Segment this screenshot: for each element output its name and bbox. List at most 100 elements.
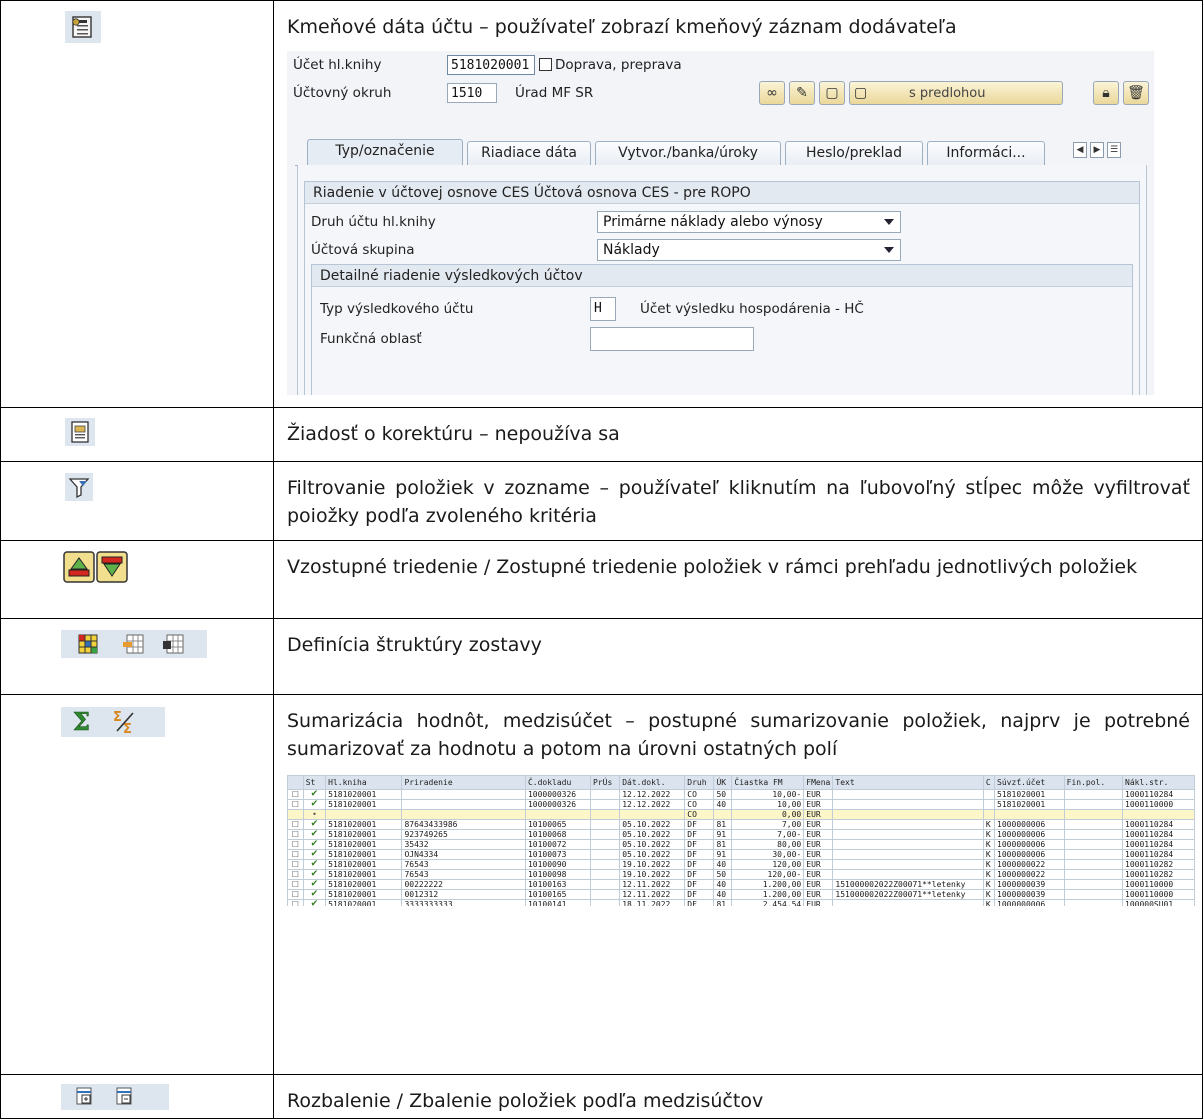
table-row[interactable]: ☐ ✔ 5181020001 0012312 10100165 12.11.2022 DF 4…: [287, 889, 1195, 900]
cell-gl: 5181020001: [325, 819, 403, 830]
tab-type-designation[interactable]: Typ/označenie: [307, 139, 463, 166]
correction-request-icon[interactable]: [65, 418, 95, 446]
cell-date: 05.10.2022: [619, 819, 686, 830]
table-row[interactable]: ☐ ✔ 5181020001 OJN4334 10100073 05.10.2022 DF 9…: [287, 849, 1195, 860]
expand-icon[interactable]: [75, 1086, 95, 1108]
tab-control-data[interactable]: Riadiace dáta: [467, 141, 591, 165]
delete-trash-icon[interactable]: 🗑︎: [1123, 81, 1149, 105]
cell-prus: [590, 869, 621, 880]
table-row[interactable]: ☐ ✔ 5181020001 923749265 10100068 05.10.2022 D…: [287, 829, 1195, 840]
master-record-icon[interactable]: [65, 11, 101, 43]
tab-create-bank-interest[interactable]: Vytvor./banka/úroky: [595, 141, 781, 165]
cell-fin: [1063, 839, 1124, 850]
change-layout-icon[interactable]: [79, 635, 97, 653]
cell-prus: [590, 859, 621, 870]
tab-keyword-translation[interactable]: Heslo/preklad: [785, 141, 923, 165]
sum-icon[interactable]: [69, 709, 95, 735]
create-with-template-button[interactable]: ▢ s predlohou: [849, 81, 1063, 105]
cell-c: [982, 809, 996, 820]
column-header[interactable]: Fin.pol.: [1063, 775, 1124, 790]
sort-descending-icon[interactable]: [97, 551, 129, 583]
table-row[interactable]: ☐ ✔ 5181020001 3333333333 10100141 18.11.2022…: [287, 899, 1195, 906]
column-header[interactable]: Súvzť.účet: [994, 775, 1065, 790]
table-row-correction-request: Žiadosť o korektúru – nepoužíva sa: [0, 407, 1203, 462]
table-row[interactable]: ☐ ✔ 5181020001 35432 10100072 05.10.2022 DF 81 8…: [287, 839, 1195, 850]
func-area-field[interactable]: [590, 327, 754, 351]
table-row[interactable]: ☐ ✔ 5181020001 76543 10100098 19.10.2022 DF 50 1…: [287, 869, 1195, 880]
column-header[interactable]: St: [302, 775, 327, 790]
row-select-checkbox[interactable]: ☐: [287, 839, 304, 850]
subtotal-row[interactable]: • CO 0,00 EUR: [287, 809, 1195, 820]
tab-scroll-right-icon[interactable]: ▶: [1090, 142, 1104, 158]
cell-amount: 1.200,00: [731, 889, 805, 900]
table-row[interactable]: ☐ ✔ 5181020001 1000000326 12.12.2022 CO 40 10,0…: [287, 799, 1195, 810]
row-select-checkbox[interactable]: ☐: [287, 799, 304, 810]
chevron-down-icon: [884, 219, 894, 225]
sort-ascending-icon[interactable]: [63, 551, 95, 583]
cell-type: CO: [684, 809, 715, 820]
table-row[interactable]: ☐ ✔ 5181020001 76543 10100090 19.10.2022 DF 40 1…: [287, 859, 1195, 870]
row-select-checkbox[interactable]: ☐: [287, 879, 304, 890]
edit-pencil-icon[interactable]: ✎: [789, 81, 815, 105]
cell-gl: 5181020001: [325, 869, 403, 880]
row-description: Žiadosť o korektúru – nepoužíva sa: [287, 423, 620, 445]
company-code-field[interactable]: 1510: [447, 83, 497, 103]
account-type-dropdown[interactable]: Primárne náklady alebo výnosy: [597, 211, 901, 233]
column-header[interactable]: Nákl.str.: [1122, 775, 1195, 790]
column-header[interactable]: PrÚs: [590, 775, 621, 790]
row-select-checkbox[interactable]: ☐: [287, 889, 304, 900]
select-layout-icon[interactable]: [123, 635, 145, 653]
row-select-checkbox[interactable]: ☐: [287, 789, 304, 800]
column-header[interactable]: ÚK: [713, 775, 733, 790]
table-row-master-record: Kmeňové dáta účtu – používateľ zobrazí k…: [0, 0, 1203, 408]
table-row[interactable]: ☐ ✔ 5181020001 00222222 10100163 12.11.2022 DF…: [287, 879, 1195, 890]
subtotal-icon[interactable]: [111, 709, 137, 735]
table-row[interactable]: ☐ ✔ 5181020001 87643433986 10100065 05.10.202…: [287, 819, 1195, 830]
column-header[interactable]: FMena: [803, 775, 834, 790]
display-glasses-icon[interactable]: ∞: [759, 81, 785, 105]
column-header[interactable]: Dát.dokl.: [619, 775, 686, 790]
cell-uk: 40: [713, 859, 733, 870]
create-icon[interactable]: ▢: [819, 81, 845, 105]
tab-information[interactable]: Informáci...: [927, 141, 1045, 165]
lock-icon[interactable]: 🔒︎: [1093, 81, 1119, 105]
cell-date: 12.12.2022: [619, 799, 686, 810]
column-header[interactable]: Text: [832, 775, 984, 790]
column-header[interactable]: Hl.kniha: [325, 775, 403, 790]
row-select-checkbox[interactable]: ☐: [287, 869, 304, 880]
tab-scroll-left-icon[interactable]: ◀: [1073, 142, 1087, 158]
cell-c: K: [982, 869, 996, 880]
row-select-checkbox[interactable]: ☐: [287, 899, 304, 906]
column-header[interactable]: C: [982, 775, 996, 790]
pl-type-field[interactable]: H: [590, 297, 616, 321]
cell-type: DF: [684, 819, 715, 830]
cell-assign: 76543: [401, 869, 526, 880]
tab-list-icon[interactable]: ☰: [1107, 142, 1121, 158]
table-row[interactable]: ☐ ✔ 5181020001 1000000326 12.12.2022 CO 50 10,0…: [287, 789, 1195, 800]
row-select-checkbox[interactable]: ☐: [287, 859, 304, 870]
account-group-dropdown[interactable]: Náklady: [597, 239, 901, 261]
row-select-checkbox[interactable]: [287, 809, 304, 820]
row-select-checkbox[interactable]: ☐: [287, 819, 304, 830]
filter-icon[interactable]: [65, 473, 93, 501]
save-layout-icon[interactable]: [163, 635, 185, 653]
cell-fin: [1063, 789, 1124, 800]
row-select-checkbox[interactable]: ☐: [287, 849, 304, 860]
collapse-icon[interactable]: [115, 1086, 135, 1108]
cell-assign: 0012312: [401, 889, 526, 900]
column-header[interactable]: Č.dokladu: [524, 775, 592, 790]
cell-cur: EUR: [803, 799, 834, 810]
cell-prus: [590, 799, 621, 810]
copy-icon[interactable]: [539, 58, 552, 71]
cell-assign: 00222222: [401, 879, 526, 890]
cell-amount: 2.454,54: [731, 899, 805, 906]
column-header[interactable]: Priradenie: [401, 775, 526, 790]
tab-panel: Riadenie v účtovej osnove CES Účtová osn…: [297, 165, 1147, 395]
cell-cur: EUR: [803, 829, 834, 840]
gl-account-master-screen: Účet hl.knihy 5181020001 Doprava, prepra…: [287, 51, 1154, 395]
column-header[interactable]: Druh: [684, 775, 715, 790]
account-field[interactable]: 5181020001: [447, 55, 535, 75]
cell-offset: 5181020001: [994, 799, 1065, 810]
row-select-checkbox[interactable]: ☐: [287, 829, 304, 840]
column-header[interactable]: Čiastka FM: [731, 775, 805, 790]
